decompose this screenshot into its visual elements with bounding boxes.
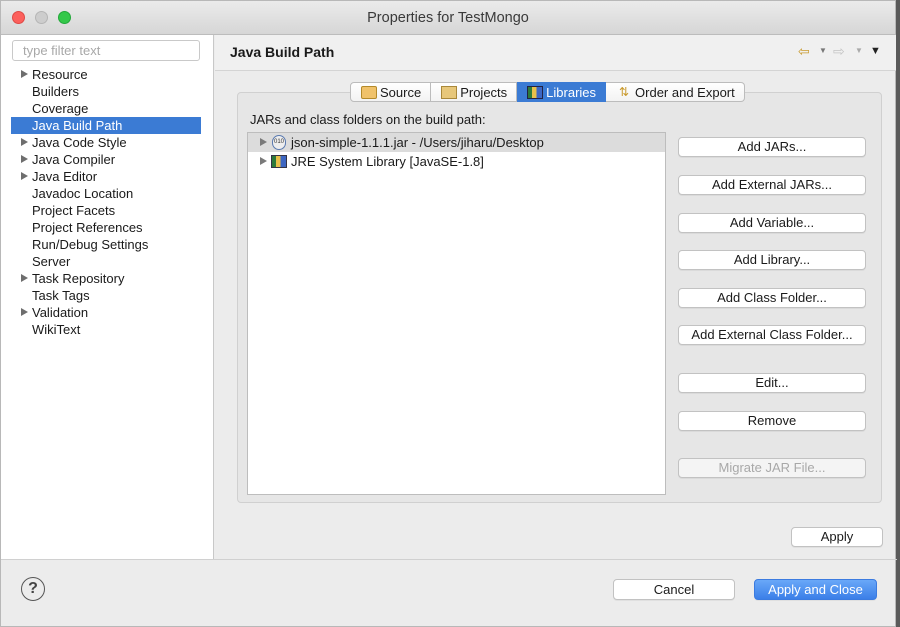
sidebar-item-builders[interactable]: Builders xyxy=(1,83,214,100)
sidebar-item-java-editor[interactable]: Java Editor xyxy=(1,168,214,185)
sidebar-item-wikitext[interactable]: WikiText xyxy=(1,321,214,338)
jar-icon: 010 xyxy=(272,135,286,150)
footer-divider xyxy=(1,559,897,560)
sidebar-item-java-code-style[interactable]: Java Code Style xyxy=(1,134,214,151)
sidebar-item-label: WikiText xyxy=(32,322,81,337)
sidebar-item-label: Resource xyxy=(32,67,88,82)
add-library-button[interactable]: Add Library... xyxy=(678,250,866,270)
sidebar-item-label: Java Code Style xyxy=(32,135,127,150)
add-class-folder-button[interactable]: Add Class Folder... xyxy=(678,288,866,308)
sidebar-item-project-references[interactable]: Project References xyxy=(1,219,214,236)
expand-arrow-icon[interactable] xyxy=(260,138,267,146)
back-arrow-icon[interactable]: ⇦ xyxy=(798,42,810,60)
sidebar-item-label: Validation xyxy=(32,305,89,320)
sidebar-item-project-facets[interactable]: Project Facets xyxy=(1,202,214,219)
library-icon xyxy=(271,155,287,168)
sidebar-nav: Resource Builders Coverage Java Build Pa… xyxy=(1,66,214,338)
expand-arrow-icon[interactable] xyxy=(21,274,28,282)
expand-arrow-icon[interactable] xyxy=(260,157,267,165)
filter-input[interactable] xyxy=(12,40,200,61)
sidebar-item-label: Javadoc Location xyxy=(32,186,134,201)
sidebar-item-label: Coverage xyxy=(32,101,89,116)
page-title: Java Build Path xyxy=(230,44,335,60)
sidebar-item-label: Project References xyxy=(32,220,143,235)
source-folder-icon xyxy=(361,85,377,99)
cancel-button[interactable]: Cancel xyxy=(613,579,735,600)
forward-arrow-icon[interactable]: ⇨ xyxy=(833,42,845,60)
migrate-jar-button[interactable]: Migrate JAR File... xyxy=(678,458,866,478)
libraries-icon xyxy=(527,85,544,99)
view-menu-icon[interactable]: ▼ xyxy=(870,42,881,60)
tab-label: Source xyxy=(380,84,422,100)
apply-and-close-button[interactable]: Apply and Close xyxy=(754,579,877,600)
sidebar-item-label: Task Repository xyxy=(32,271,125,286)
title-bar: Properties for TestMongo xyxy=(1,1,895,35)
page-header: Java Build Path ⇦ ▼ ⇨ ▼ ▼ xyxy=(215,35,896,71)
build-path-tabs: Source Projects Libraries ⇅ Order and Exp… xyxy=(350,82,745,102)
expand-arrow-icon[interactable] xyxy=(21,138,28,146)
sidebar-item-label: Server xyxy=(32,254,71,269)
sidebar-item-server[interactable]: Server xyxy=(1,253,214,270)
expand-arrow-icon[interactable] xyxy=(21,308,28,316)
expand-arrow-icon[interactable] xyxy=(21,172,28,180)
expand-arrow-icon[interactable] xyxy=(21,70,28,78)
sidebar-item-java-build-path[interactable]: Java Build Path xyxy=(11,117,201,134)
jars-list-label: JARs and class folders on the build path… xyxy=(250,112,486,127)
tree-row-json-simple[interactable]: 010 json-simple-1.1.1.jar - /Users/jihar… xyxy=(248,133,665,152)
sidebar-item-java-compiler[interactable]: Java Compiler xyxy=(1,151,214,168)
sidebar-item-label: Java Build Path xyxy=(32,118,123,133)
tree-row-jre-system-library[interactable]: JRE System Library [JavaSE-1.8] xyxy=(248,152,665,171)
forward-dropdown-icon[interactable]: ▼ xyxy=(855,42,863,60)
back-dropdown-icon[interactable]: ▼ xyxy=(819,42,827,60)
sidebar-item-run-debug-settings[interactable]: Run/Debug Settings xyxy=(1,236,214,253)
sidebar-item-task-tags[interactable]: Task Tags xyxy=(1,287,214,304)
add-variable-button[interactable]: Add Variable... xyxy=(678,213,866,233)
sidebar-item-label: Java Compiler xyxy=(32,152,116,167)
sidebar-item-javadoc-location[interactable]: Javadoc Location xyxy=(1,185,214,202)
tab-label: Libraries xyxy=(546,84,597,100)
tab-label: Order and Export xyxy=(635,84,735,100)
expand-arrow-icon[interactable] xyxy=(21,155,28,163)
projects-folder-icon xyxy=(441,85,458,99)
libraries-tree[interactable]: 010 json-simple-1.1.1.jar - /Users/jihar… xyxy=(247,132,666,495)
tree-row-label: JRE System Library [JavaSE-1.8] xyxy=(291,154,484,169)
help-icon[interactable]: ? xyxy=(21,577,45,601)
properties-dialog: Properties for TestMongo Resource Builde… xyxy=(0,0,897,627)
sidebar-item-task-repository[interactable]: Task Repository xyxy=(1,270,214,287)
tab-label: Projects xyxy=(460,84,508,100)
window-title: Properties for TestMongo xyxy=(367,10,529,26)
sidebar-item-label: Task Tags xyxy=(32,288,90,303)
tab-libraries[interactable]: Libraries xyxy=(517,82,607,102)
sidebar-item-resource[interactable]: Resource xyxy=(1,66,214,83)
sidebar-item-label: Builders xyxy=(32,84,79,99)
tab-source[interactable]: Source xyxy=(350,82,432,102)
tab-projects[interactable]: Projects xyxy=(431,82,518,102)
edit-button[interactable]: Edit... xyxy=(678,373,866,393)
sidebar: Resource Builders Coverage Java Build Pa… xyxy=(1,35,214,559)
sidebar-item-coverage[interactable]: Coverage xyxy=(1,100,214,117)
sidebar-item-label: Project Facets xyxy=(32,203,116,218)
tree-row-label: json-simple-1.1.1.jar - /Users/jiharu/De… xyxy=(291,135,544,150)
add-external-class-folder-button[interactable]: Add External Class Folder... xyxy=(678,325,866,345)
add-jars-button[interactable]: Add JARs... xyxy=(678,137,866,157)
remove-button[interactable]: Remove xyxy=(678,411,866,431)
tab-order-and-export[interactable]: ⇅ Order and Export xyxy=(606,82,745,102)
sidebar-item-label: Java Editor xyxy=(32,169,98,184)
order-export-icon: ⇅ xyxy=(619,84,630,99)
sidebar-item-label: Run/Debug Settings xyxy=(32,237,149,252)
add-external-jars-button[interactable]: Add External JARs... xyxy=(678,175,866,195)
sidebar-item-validation[interactable]: Validation xyxy=(1,304,214,321)
apply-button[interactable]: Apply xyxy=(791,527,883,547)
